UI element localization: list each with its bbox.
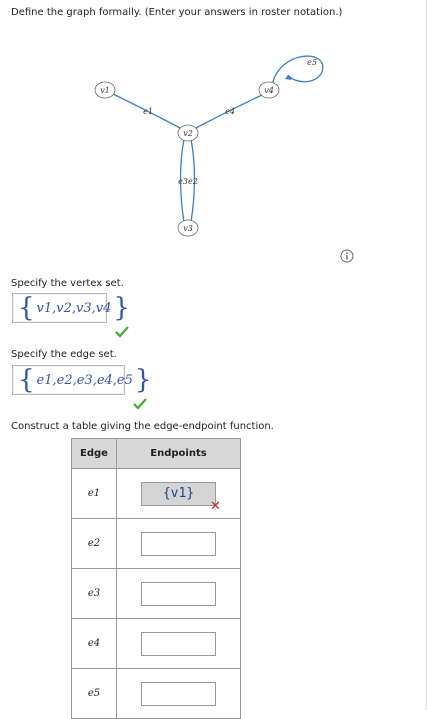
cross-icon: ✕	[210, 499, 221, 514]
edge-label-e4: e4	[225, 107, 235, 116]
header-endpoints: Endpoints	[116, 438, 241, 469]
vertex-set-value: v1,v2,v3,v4	[36, 300, 112, 316]
vertex-v2: v2	[177, 124, 199, 142]
endpoint-cell: {v1} ✕	[116, 468, 241, 519]
check-icon	[133, 398, 147, 410]
vertex-v4: v4	[258, 81, 280, 99]
edge-label-e5: e5	[307, 58, 317, 67]
left-brace: {	[18, 293, 35, 323]
instruction-text: Define the graph formally. (Enter your a…	[11, 7, 343, 18]
edge-cell: e2	[71, 518, 117, 569]
edge-label-e1: e1	[143, 107, 153, 116]
table-row: e4	[71, 618, 241, 669]
edge-set-value: e1,e2,e3,e4,e5	[36, 372, 133, 388]
edge-cell: e3	[71, 568, 117, 619]
table-label: Construct a table giving the edge-endpoi…	[11, 421, 274, 432]
vertex-v2-label: v2	[183, 129, 193, 138]
endpoint-input[interactable]	[141, 631, 216, 656]
vertex-v1-label: v1	[100, 86, 110, 95]
table-header-row: Edge Endpoints	[71, 438, 241, 469]
endpoint-cell	[116, 668, 241, 719]
info-circle-icon[interactable]	[340, 249, 354, 263]
table-row: e2	[71, 518, 241, 569]
right-brace: }	[113, 293, 130, 323]
edge-cell: e4	[71, 618, 117, 669]
endpoint-input[interactable]	[141, 581, 216, 606]
vertex-v3: v3	[177, 219, 199, 237]
vertex-v1: v1	[94, 81, 116, 99]
graph-diagram: v1 v2 v3 v4 e1 e4 e3e2 e5	[94, 55, 324, 237]
endpoint-cell	[116, 568, 241, 619]
vertex-set-input[interactable]: { v1,v2,v3,v4 }	[12, 293, 130, 323]
endpoint-input[interactable]	[141, 531, 216, 556]
endpoint-input[interactable]	[141, 681, 216, 706]
check-icon	[115, 326, 129, 338]
edge-cell: e1	[71, 468, 117, 519]
vertex-v3-label: v3	[183, 224, 193, 233]
edge-endpoint-table: Edge Endpoints e1 {v1} ✕ e2 e3 e4 e5	[71, 438, 241, 719]
edge-set-label: Specify the edge set.	[11, 349, 117, 360]
edge-set-input[interactable]: { e1,e2,e3,e4,e5 }	[12, 365, 151, 395]
table-row: e5	[71, 668, 241, 719]
endpoint-cell	[116, 618, 241, 669]
edge-cell: e5	[71, 668, 117, 719]
vertex-v4-label: v4	[264, 86, 274, 95]
vertex-set-label: Specify the vertex set.	[11, 278, 124, 289]
header-edge: Edge	[71, 438, 117, 469]
endpoint-input[interactable]: {v1}	[141, 481, 216, 506]
right-brace: }	[134, 365, 152, 395]
table-row: e3	[71, 568, 241, 619]
left-brace: {	[18, 365, 35, 395]
edge-label-e3e2: e3e2	[178, 177, 198, 186]
table-row: e1 {v1} ✕	[71, 468, 241, 519]
endpoint-cell	[116, 518, 241, 569]
